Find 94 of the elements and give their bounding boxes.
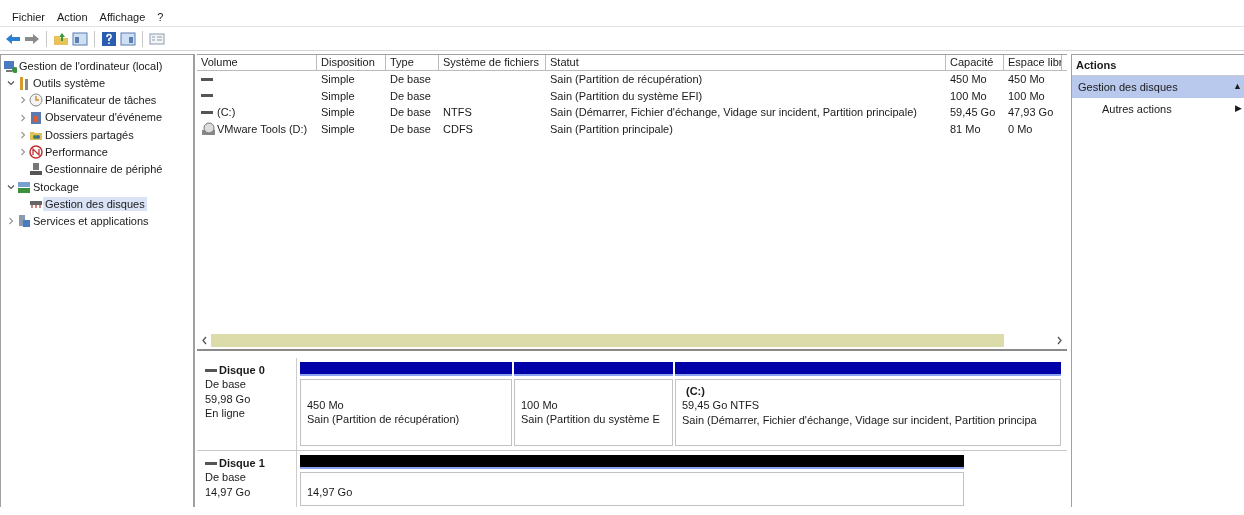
table-cell: NTFS [443, 105, 472, 120]
table-cell: Sain (Démarrer, Fichier d'échange, Vidage sur incident, Partition principale) [550, 105, 917, 120]
action-pane-icon[interactable] [120, 30, 136, 47]
action-label: Autres actions [1102, 102, 1172, 117]
table-cell: Simple [321, 121, 355, 136]
volume-icon [201, 110, 213, 114]
partition-info: 59,45 Go NTFS [682, 398, 761, 413]
clock-icon [29, 93, 43, 108]
chevron-icon[interactable] [7, 182, 15, 191]
partition-info: 450 Mo [307, 398, 345, 413]
console-tree-icon[interactable] [72, 30, 88, 47]
table-cell: Simple [321, 72, 355, 87]
tree-item[interactable]: Observateur d'événeme [43, 110, 165, 125]
table-cell: 81 Mo [950, 121, 981, 136]
menu-item[interactable]: ? [151, 10, 170, 25]
section-header[interactable]: Gestion des disques ▲ [1072, 76, 1244, 99]
storage-icon [17, 179, 31, 194]
menu-item[interactable]: Affichage [93, 10, 152, 25]
chevron-icon[interactable] [19, 113, 27, 122]
menu-item[interactable]: Fichier [6, 10, 51, 25]
disk-info: En ligne [205, 405, 246, 421]
table-cell: CDFS [443, 121, 473, 136]
disk-info: De base [205, 470, 247, 485]
table-cell: Sain (Partition principale) [550, 121, 673, 136]
table-cell: 450 Mo [950, 72, 987, 87]
disk-info: 59,98 Go [205, 391, 252, 406]
table-cell: (C:) [217, 105, 236, 120]
tree-item[interactable]: Gestion de l'ordinateur (local) [17, 58, 165, 73]
table-cell: Sain (Partition du système EFI) [550, 88, 703, 103]
column-header[interactable]: Capacité [946, 55, 1004, 70]
table-cell: 100 Mo [1008, 88, 1045, 103]
partition-info: 100 Mo [521, 398, 559, 413]
column-header[interactable]: Système de fichiers [439, 55, 546, 70]
partition-box[interactable]: 14,97 Go [300, 472, 964, 506]
event-log-icon [29, 110, 43, 125]
column-header[interactable]: Statut [546, 55, 946, 70]
partition-info: Sain (Partition du système E [521, 412, 661, 427]
partition-info: Sain (Partition de récupération) [307, 412, 461, 427]
tree-item[interactable]: Planificateur de tâches [43, 93, 159, 108]
table-cell: Simple [321, 88, 355, 103]
table-cell: Sain (Partition de récupération) [550, 72, 703, 87]
table-cell: De base [390, 88, 431, 103]
device-icon [29, 162, 43, 177]
table-cell: De base [390, 72, 431, 87]
chevron-icon[interactable] [19, 148, 27, 157]
volume-icon [201, 77, 213, 81]
disk-name: Disque 1 [219, 456, 265, 471]
table-cell: Simple [321, 105, 355, 120]
table-cell: 100 Mo [950, 88, 987, 103]
tree-item[interactable]: Services et applications [31, 214, 151, 229]
table-cell: VMware Tools (D:) [217, 121, 308, 136]
computer-icon [3, 58, 17, 73]
scrollbar-thumb[interactable] [211, 334, 1004, 347]
cd-drive-icon [201, 121, 215, 136]
scroll-right-icon[interactable] [1056, 336, 1063, 345]
services-icon [17, 214, 31, 229]
table-cell: 59,45 Go [950, 105, 996, 120]
scroll-left-icon[interactable] [201, 336, 208, 345]
tree-item[interactable]: Performance [43, 145, 110, 160]
expand-glyph: ▲ [1233, 81, 1242, 94]
column-header[interactable]: Volume [197, 55, 317, 70]
chevron-icon[interactable] [7, 78, 15, 87]
chevron-icon[interactable] [7, 217, 15, 226]
disk-info: 14,97 Go [205, 484, 252, 499]
menu-item[interactable]: Action [51, 10, 94, 25]
table-cell: 450 Mo [1008, 72, 1045, 87]
tree-item[interactable]: Dossiers partagés [43, 127, 136, 142]
expand-glyph: ▶ [1235, 103, 1242, 116]
table-cell: De base [390, 105, 431, 120]
column-header[interactable]: Disposition [317, 55, 386, 70]
partition-name: (C:) [685, 384, 706, 399]
column-header[interactable]: Type [386, 55, 439, 70]
table-cell: 47,93 Go [1008, 105, 1054, 120]
table-cell: De base [390, 121, 431, 136]
tree-item[interactable]: Outils système [31, 75, 108, 91]
performance-icon [29, 145, 43, 160]
table-cell: 0 Mo [1008, 121, 1033, 136]
action-link[interactable]: Autres actions ▶ [1072, 98, 1244, 121]
action-label: Gestion des disques [1078, 80, 1178, 95]
chevron-icon[interactable] [19, 96, 27, 105]
partition-box[interactable]: 450 Mo Sain (Partition de récupération) [300, 379, 512, 446]
tree-item[interactable]: Gestion des disques [43, 196, 147, 212]
disk-name: Disque 0 [219, 363, 265, 378]
partition-box[interactable]: (C:) 59,45 Go NTFS Sain (Démarrer, Fichier d'échange, Vidage sur incident, Partition principa [675, 379, 1061, 446]
tree-item[interactable]: Stockage [31, 179, 81, 194]
help-icon[interactable] [101, 30, 117, 47]
tree-item[interactable]: Gestionnaire de périphé [43, 162, 165, 177]
volume-icon [201, 94, 213, 98]
partition-info: 14,97 Go [307, 485, 354, 500]
tools-icon [17, 75, 31, 90]
partition-box[interactable]: 100 Mo Sain (Partition du système E [514, 379, 673, 446]
disk-info: De base [205, 377, 247, 392]
chevron-icon[interactable] [19, 130, 27, 139]
partition-info: Sain (Démarrer, Fichier d'échange, Vidage sur incident, Partition principa [682, 412, 1038, 427]
